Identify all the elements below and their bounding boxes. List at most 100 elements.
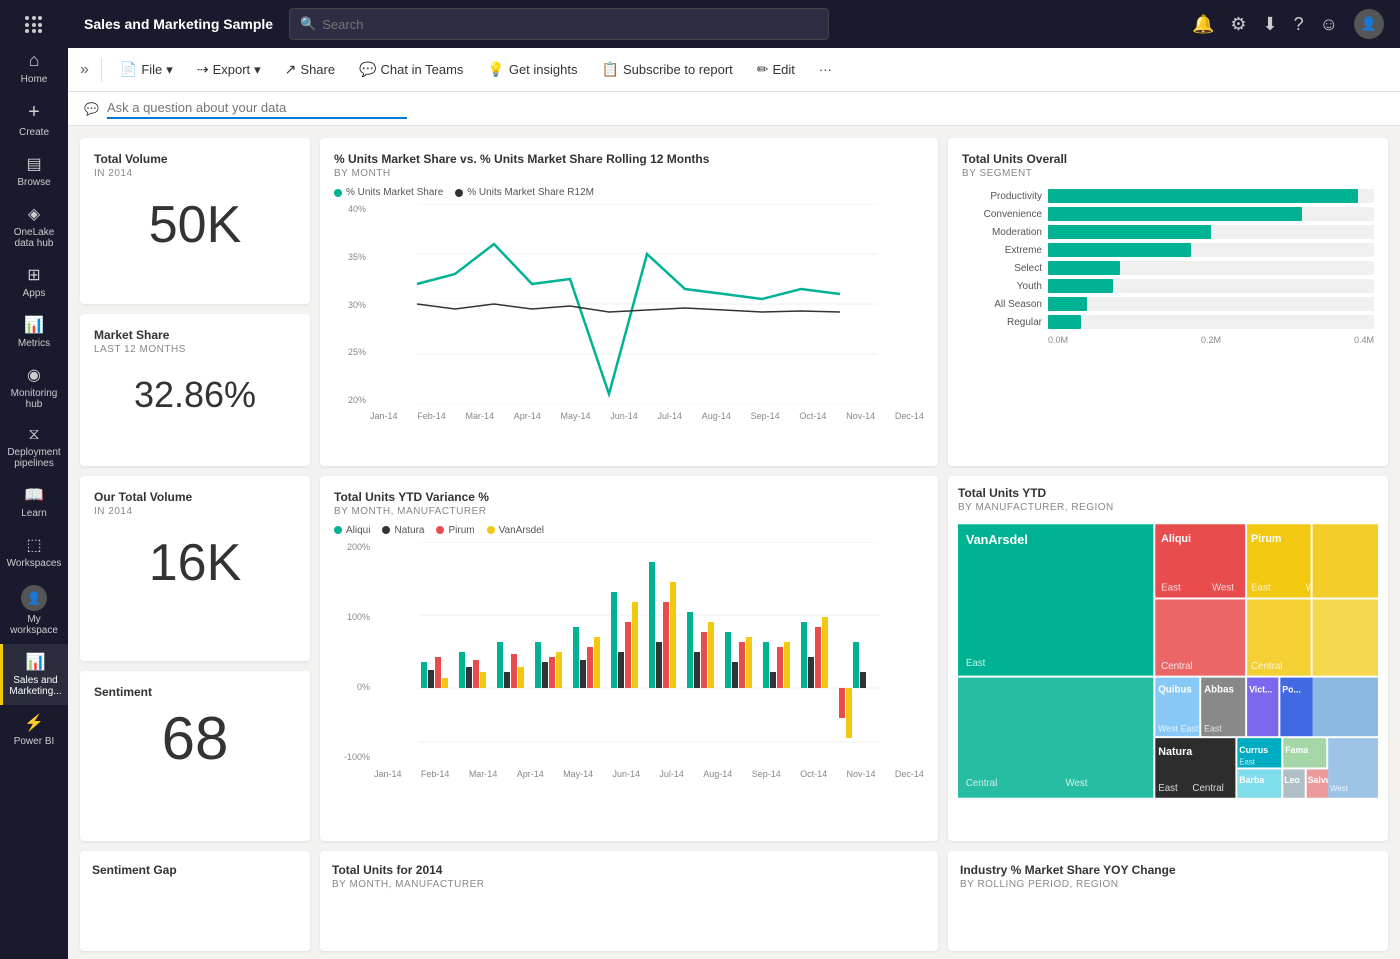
natura-dot bbox=[382, 526, 390, 534]
svg-text:Central: Central bbox=[1251, 660, 1282, 671]
qa-input[interactable] bbox=[107, 98, 407, 119]
bar-fill bbox=[1048, 225, 1211, 239]
bar-chart-subtitle: BY SEGMENT bbox=[962, 168, 1374, 179]
legend-vanarsdel: VanArsdel bbox=[487, 525, 544, 536]
sidebar-item-browse[interactable]: ▤ Browse bbox=[0, 146, 68, 196]
bar-fill bbox=[1048, 189, 1358, 203]
svg-text:Fama: Fama bbox=[1285, 744, 1308, 754]
bar-track bbox=[1048, 279, 1374, 293]
chevron-down-icon: ▾ bbox=[254, 62, 261, 78]
grouped-bar-svg bbox=[374, 542, 924, 762]
sidebar-item-sales-marketing[interactable]: 📊 Sales and Marketing... bbox=[0, 644, 68, 705]
sentiment-card: Sentiment 68 bbox=[80, 671, 310, 841]
grouped-bar-axes: 200% 100% 0% -100% bbox=[334, 542, 924, 779]
learn-icon: 📖 bbox=[24, 485, 44, 505]
vanarsdel-label: VanArsdel bbox=[499, 525, 544, 536]
teams-icon: 💬 bbox=[359, 61, 376, 78]
market-share-title: Market Share bbox=[94, 328, 296, 342]
bar-track bbox=[1048, 207, 1374, 221]
export-btn[interactable]: ⇢ Export ▾ bbox=[187, 56, 271, 83]
sidebar-item-metrics[interactable]: 📊 Metrics bbox=[0, 307, 68, 357]
line-chart-svg bbox=[370, 204, 924, 404]
powerbi-icon: ⚡ bbox=[24, 713, 44, 733]
qa-bar: 💬 bbox=[68, 92, 1400, 126]
sidebar-item-label: Apps bbox=[23, 288, 46, 299]
sidebar-item-onelake[interactable]: ◈ OneLakedata hub bbox=[0, 196, 68, 257]
sidebar-item-label: Learn bbox=[21, 508, 47, 519]
sidebar-item-deployment[interactable]: ⧖ Deploymentpipelines bbox=[0, 418, 68, 477]
grouped-bar-svg-container: Jan-14 Feb-14 Mar-14 Apr-14 May-14 Jun-1… bbox=[374, 542, 924, 779]
search-input[interactable] bbox=[322, 17, 818, 32]
chevron-down-icon: ▾ bbox=[166, 62, 173, 78]
svg-text:Central: Central bbox=[1161, 660, 1192, 671]
separator-1 bbox=[101, 58, 102, 82]
sidebar-item-apps[interactable]: ⊞ Apps bbox=[0, 257, 68, 307]
notifications-icon[interactable]: 🔔 bbox=[1192, 14, 1214, 35]
sidebar-item-myworkspace[interactable]: 👤 Myworkspace bbox=[0, 577, 68, 644]
sidebar-item-label: Power BI bbox=[14, 736, 55, 747]
teal-dot bbox=[334, 189, 342, 197]
sidebar-item-learn[interactable]: 📖 Learn bbox=[0, 477, 68, 527]
more-btn[interactable]: ··· bbox=[809, 57, 842, 82]
metrics-icon: 📊 bbox=[24, 315, 44, 335]
svg-text:Currus: Currus bbox=[1239, 744, 1268, 754]
legend-pirum: Pirum bbox=[436, 525, 474, 536]
svg-text:Abbas: Abbas bbox=[1204, 684, 1234, 695]
sidebar-item-home[interactable]: ⌂ Home bbox=[0, 42, 68, 93]
line-chart-title: % Units Market Share vs. % Units Market … bbox=[334, 152, 924, 166]
svg-text:Natura: Natura bbox=[1158, 745, 1193, 757]
sidebar-item-label: Myworkspace bbox=[10, 614, 58, 636]
svg-text:VanArsdel: VanArsdel bbox=[966, 532, 1028, 546]
settings-icon[interactable]: ⚙ bbox=[1230, 14, 1246, 35]
share-btn[interactable]: ↗ Share bbox=[275, 56, 345, 83]
avatar[interactable]: 👤 bbox=[1354, 9, 1384, 39]
pirum-label: Pirum bbox=[448, 525, 474, 536]
treemap-svg: VanArsdel East Central West Aliqui East … bbox=[958, 521, 1378, 801]
grouped-bar-subtitle: BY MONTH, MANUFACTURER bbox=[334, 506, 924, 517]
bar-chart-title: Total Units Overall bbox=[962, 152, 1374, 166]
svg-text:Central: Central bbox=[1192, 782, 1223, 793]
create-icon: + bbox=[28, 101, 40, 124]
sidebar-item-monitoring[interactable]: ◉ Monitoringhub bbox=[0, 357, 68, 418]
total-volume-card: Total Volume IN 2014 50K bbox=[80, 138, 310, 304]
legend-dark-label: % Units Market Share R12M bbox=[467, 187, 594, 198]
sidebar-item-powerbi[interactable]: ⚡ Power BI bbox=[0, 705, 68, 755]
grouped-bar-legend: Aliqui Natura Pirum VanArsdel bbox=[334, 525, 924, 536]
bar-row-youth: Youth bbox=[962, 279, 1374, 293]
app-title: Sales and Marketing Sample bbox=[84, 16, 273, 32]
feedback-icon[interactable]: ☺ bbox=[1320, 14, 1338, 35]
sidebar-item-workspaces[interactable]: ⬚ Workspaces bbox=[0, 527, 68, 577]
home-icon: ⌂ bbox=[29, 50, 40, 71]
search-bar[interactable]: 🔍 bbox=[289, 8, 829, 40]
line-chart-subtitle: BY MONTH bbox=[334, 168, 924, 179]
bar-track bbox=[1048, 225, 1374, 239]
treemap-card: Total Units YTD BY MANUFACTURER, REGION … bbox=[948, 476, 1388, 842]
expand-btn[interactable]: » bbox=[76, 57, 93, 83]
sidebar-item-label: Create bbox=[19, 127, 49, 138]
edit-icon: ✏ bbox=[757, 61, 769, 78]
edit-btn[interactable]: ✏ Edit bbox=[747, 56, 805, 83]
legend-natura: Natura bbox=[382, 525, 424, 536]
sidebar-item-label: Metrics bbox=[18, 338, 50, 349]
chat-in-teams-btn[interactable]: 💬 Chat in Teams bbox=[349, 56, 473, 83]
file-btn[interactable]: 📄 File ▾ bbox=[110, 56, 183, 83]
subscribe-btn[interactable]: 📋 Subscribe to report bbox=[592, 56, 743, 83]
bar-track bbox=[1048, 243, 1374, 257]
bar-row-allseason: All Season bbox=[962, 297, 1374, 311]
svg-text:East: East bbox=[966, 657, 986, 668]
help-icon[interactable]: ? bbox=[1294, 14, 1304, 35]
sentiment-gap-title: Sentiment Gap bbox=[92, 863, 298, 877]
bar-track bbox=[1048, 297, 1374, 311]
svg-text:Central: Central bbox=[966, 778, 997, 789]
total-units-2014-title: Total Units for 2014 bbox=[332, 863, 926, 877]
svg-text:East: East bbox=[1239, 757, 1255, 766]
sentiment-value: 68 bbox=[94, 709, 296, 769]
onelake-icon: ◈ bbox=[28, 204, 40, 224]
sidebar-item-waffle[interactable] bbox=[0, 8, 68, 42]
industry-market-share-title: Industry % Market Share YOY Change bbox=[960, 863, 1376, 877]
download-icon[interactable]: ⬇ bbox=[1263, 14, 1278, 35]
sidebar-item-create[interactable]: + Create bbox=[0, 93, 68, 146]
treemap-subtitle: BY MANUFACTURER, REGION bbox=[958, 502, 1378, 513]
get-insights-btn[interactable]: 💡 Get insights bbox=[477, 56, 587, 83]
svg-text:East: East bbox=[1204, 723, 1222, 733]
